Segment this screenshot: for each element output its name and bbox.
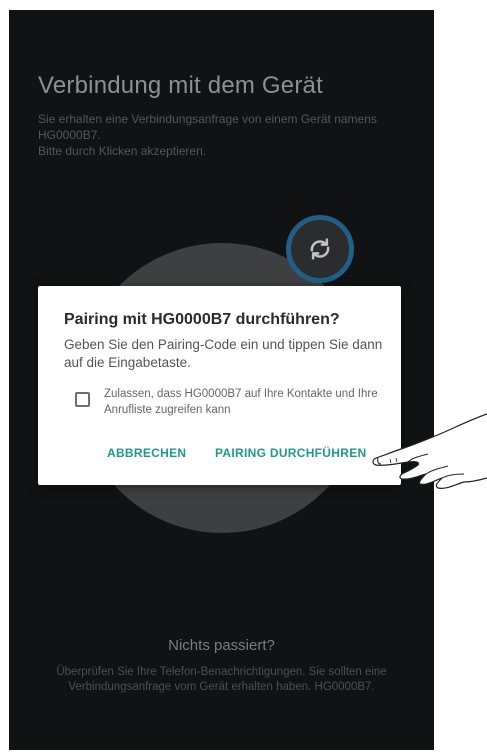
pairing-dialog: Pairing mit HG0000B7 durchführen? Geben …: [38, 286, 401, 485]
page-title: Verbindung mit dem Gerät: [38, 72, 323, 99]
help-title: Nichts passiert?: [168, 637, 275, 654]
screenshot-stage: Verbindung mit dem Gerät Sie erhalten ei…: [0, 0, 487, 753]
dialog-message: Geben Sie den Pairing-Code ein und tippe…: [64, 337, 383, 370]
sync-arrows-icon: [310, 238, 330, 260]
help-text: Überprüfen Sie Ihre Telefon-Benachrichti…: [56, 666, 387, 693]
subtitle-line-request: Sie erhalten eine Verbindungsanfrage von…: [38, 112, 377, 142]
sync-icon[interactable]: [286, 215, 354, 283]
contacts-access-checkbox[interactable]: [75, 392, 90, 407]
contacts-access-label[interactable]: Zulassen, dass HG0000B7 auf Ihre Kontakt…: [104, 386, 394, 418]
hand-pointer-icon: [372, 413, 487, 489]
subtitle-line-accept: Bitte durch Klicken akzeptieren.: [38, 144, 207, 158]
pair-button[interactable]: PAIRING DURCHFÜHREN: [215, 446, 366, 460]
dialog-title: Pairing mit HG0000B7 durchführen?: [64, 311, 340, 328]
page-subtitle: Sie erhalten eine Verbindungsanfrage von…: [38, 111, 408, 159]
cancel-button[interactable]: ABBRECHEN: [107, 446, 186, 460]
